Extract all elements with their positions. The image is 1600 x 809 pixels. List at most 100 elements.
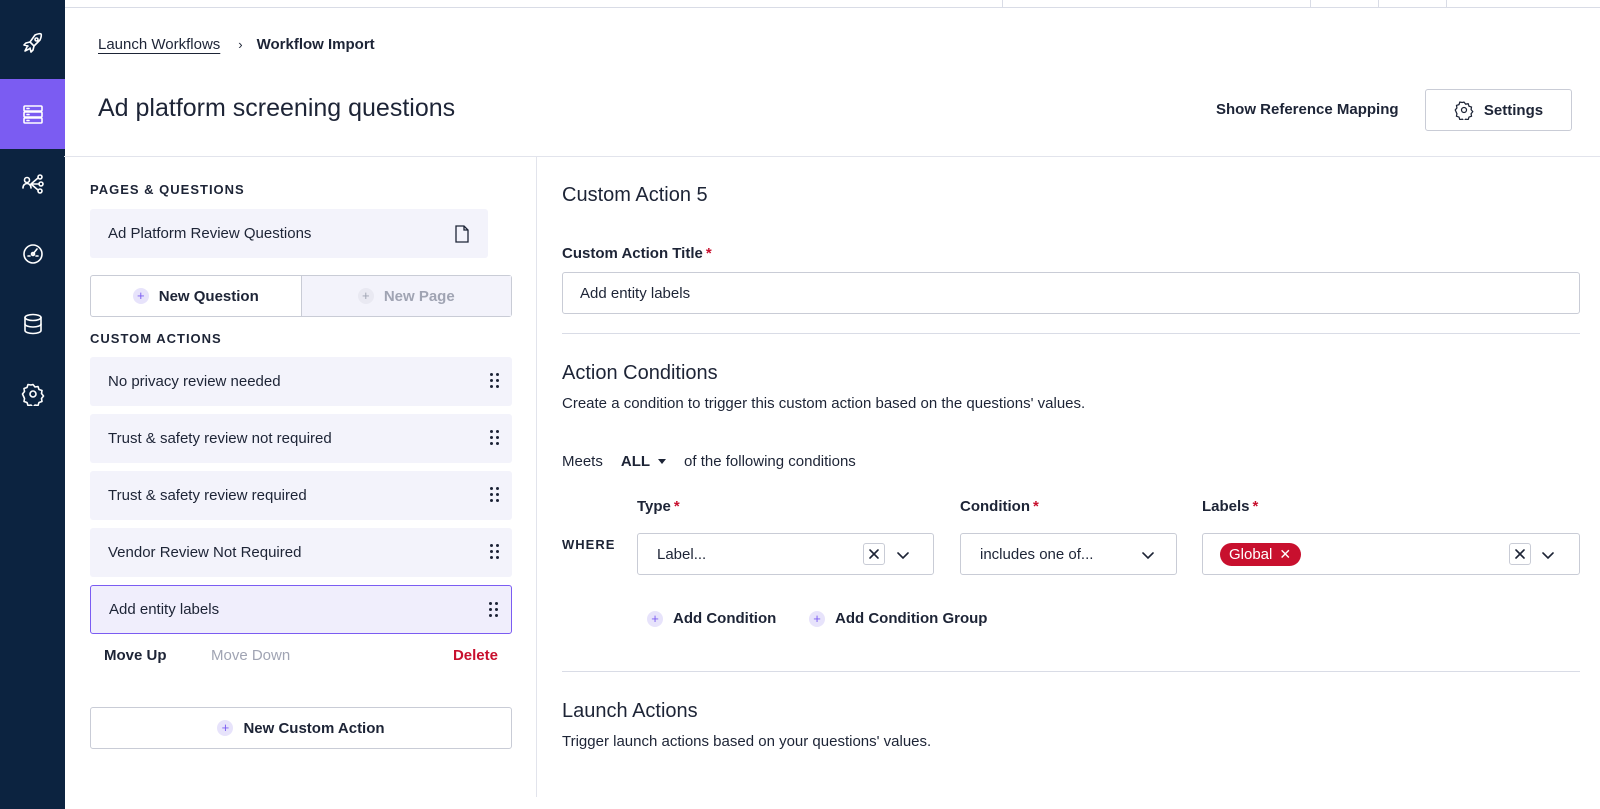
custom-action-heading: Custom Action 5 (562, 184, 708, 206)
meets-mode-dropdown[interactable]: ALL (620, 453, 667, 470)
drag-handle-icon[interactable] (490, 544, 500, 560)
custom-action-item[interactable]: Trust & safety review not required (90, 414, 512, 463)
move-up-button[interactable]: Move Up (104, 647, 167, 664)
clear-icon[interactable] (863, 543, 885, 565)
custom-action-item[interactable]: Vendor Review Not Required (90, 528, 512, 577)
field-label-text: Custom Action Title (562, 245, 703, 262)
launch-actions-description: Trigger launch actions based on your que… (562, 733, 932, 750)
breadcrumb-current: Workflow Import (256, 36, 375, 53)
delete-button[interactable]: Delete (453, 647, 498, 664)
custom-action-title-input[interactable] (562, 272, 1580, 314)
pages-questions-heading: PAGES & QUESTIONS (90, 182, 245, 197)
page-title: Ad platform screening questions (98, 94, 456, 122)
field-label-text: Condition (960, 498, 1030, 515)
labels-multiselect[interactable]: Global ✕ (1202, 533, 1580, 575)
nav-item-mapping[interactable] (0, 149, 65, 219)
gauge-icon (22, 244, 43, 264)
drag-handle-icon[interactable] (490, 373, 500, 389)
remove-chip-icon[interactable]: ✕ (1279, 546, 1291, 563)
label-chip: Global ✕ (1220, 542, 1302, 566)
drag-handle-icon[interactable] (489, 602, 499, 618)
condition-select[interactable]: includes one of... (960, 533, 1177, 575)
meets-row: Meets ALL of the following conditions (562, 453, 856, 470)
custom-action-item[interactable]: No privacy review needed (90, 357, 512, 406)
custom-action-label: Add entity labels (109, 601, 220, 618)
section-divider (562, 671, 1580, 672)
custom-action-title-label: Custom Action Title * (562, 245, 712, 262)
file-icon (455, 225, 469, 243)
new-page-label: New Page (383, 287, 455, 305)
plus-circle-icon: + (217, 720, 234, 736)
show-reference-mapping-button[interactable]: Show Reference Mapping (1216, 101, 1399, 118)
condition-label: Condition * (960, 498, 1039, 515)
required-marker: * (705, 245, 712, 262)
custom-action-label: Trust & safety review not required (108, 430, 332, 447)
settings-button-label: Settings (1483, 101, 1544, 119)
drag-handle-icon[interactable] (490, 430, 500, 446)
custom-actions-heading: CUSTOM ACTIONS (90, 331, 222, 346)
question-page-button-group: + New Question + New Page (90, 275, 512, 317)
caret-down-icon (658, 459, 667, 464)
nav-item-data[interactable] (0, 289, 65, 359)
required-marker: * (673, 498, 680, 515)
rocket-icon (22, 32, 42, 53)
breadcrumb: Launch Workflows › Workflow Import (98, 36, 375, 53)
custom-action-editor: Custom Action 5 Custom Action Title* Act… (538, 157, 1600, 797)
drag-handle-icon[interactable] (490, 487, 500, 503)
new-page-button[interactable]: + New Page (300, 276, 511, 316)
field-label-text: Labels (1202, 498, 1250, 515)
new-custom-action-button[interactable]: + New Custom Action (90, 707, 512, 749)
label-chip-text: Global (1229, 545, 1273, 563)
chevron-down-icon (897, 548, 911, 562)
add-condition-group-button[interactable]: + Add Condition Group (809, 610, 987, 627)
breadcrumb-parent-link[interactable]: Launch Workflows (98, 36, 220, 53)
database-icon (23, 313, 42, 335)
meets-label: Meets (562, 453, 603, 470)
server-icon (22, 105, 43, 124)
condition-select-value: includes one of... (980, 545, 1094, 563)
settings-button[interactable]: Settings (1425, 89, 1572, 131)
plus-circle-icon: + (647, 610, 663, 627)
action-conditions-heading: Action Conditions (562, 362, 718, 384)
type-select[interactable]: Label... (637, 533, 934, 575)
custom-action-item-selected[interactable]: Add entity labels (90, 585, 512, 634)
nav-item-workflows[interactable] (0, 79, 65, 149)
clear-icon[interactable] (1509, 543, 1531, 565)
launch-actions-heading: Launch Actions (562, 700, 698, 722)
new-question-button[interactable]: + New Question (91, 276, 301, 316)
nav-item-settings[interactable] (0, 359, 65, 429)
new-custom-action-label: New Custom Action (243, 719, 385, 737)
top-toolbar-strip (64, 0, 1600, 8)
reorder-controls: Move Up Move Down Delete (90, 647, 512, 671)
plus-circle-icon: + (357, 288, 374, 304)
meets-mode-value: ALL (620, 453, 651, 470)
add-condition-group-label: Add Condition Group (835, 610, 988, 627)
toolbar-divider (1310, 0, 1311, 8)
action-conditions-description: Create a condition to trigger this custo… (562, 395, 1086, 412)
questions-panel: PAGES & QUESTIONS Ad Platform Review Que… (64, 157, 537, 797)
custom-action-item[interactable]: Trust & safety review required (90, 471, 512, 520)
breadcrumb-separator: › (238, 37, 243, 52)
new-question-label: New Question (158, 287, 259, 305)
move-down-button[interactable]: Move Down (211, 647, 290, 664)
where-label: WHERE (562, 537, 616, 552)
toolbar-divider (1446, 0, 1447, 8)
add-condition-button[interactable]: + Add Condition (647, 610, 776, 627)
type-select-value: Label... (657, 545, 707, 563)
field-label-text: Type (637, 498, 671, 515)
toolbar-divider (1002, 0, 1003, 8)
gear-icon (21, 383, 44, 406)
plus-circle-icon: + (132, 288, 149, 304)
custom-action-label: Trust & safety review required (108, 487, 307, 504)
nav-item-dashboard[interactable] (0, 219, 65, 289)
chevron-down-icon (1142, 548, 1156, 562)
gear-icon (1454, 101, 1474, 120)
required-marker: * (1032, 498, 1039, 515)
nav-item-launch[interactable] (0, 8, 65, 78)
page-item-label: Ad Platform Review Questions (108, 225, 312, 242)
page-item[interactable]: Ad Platform Review Questions (90, 209, 488, 258)
side-navigation (0, 0, 65, 809)
type-label: Type * (637, 498, 680, 515)
required-marker: * (1252, 498, 1259, 515)
labels-label: Labels * (1202, 498, 1258, 515)
